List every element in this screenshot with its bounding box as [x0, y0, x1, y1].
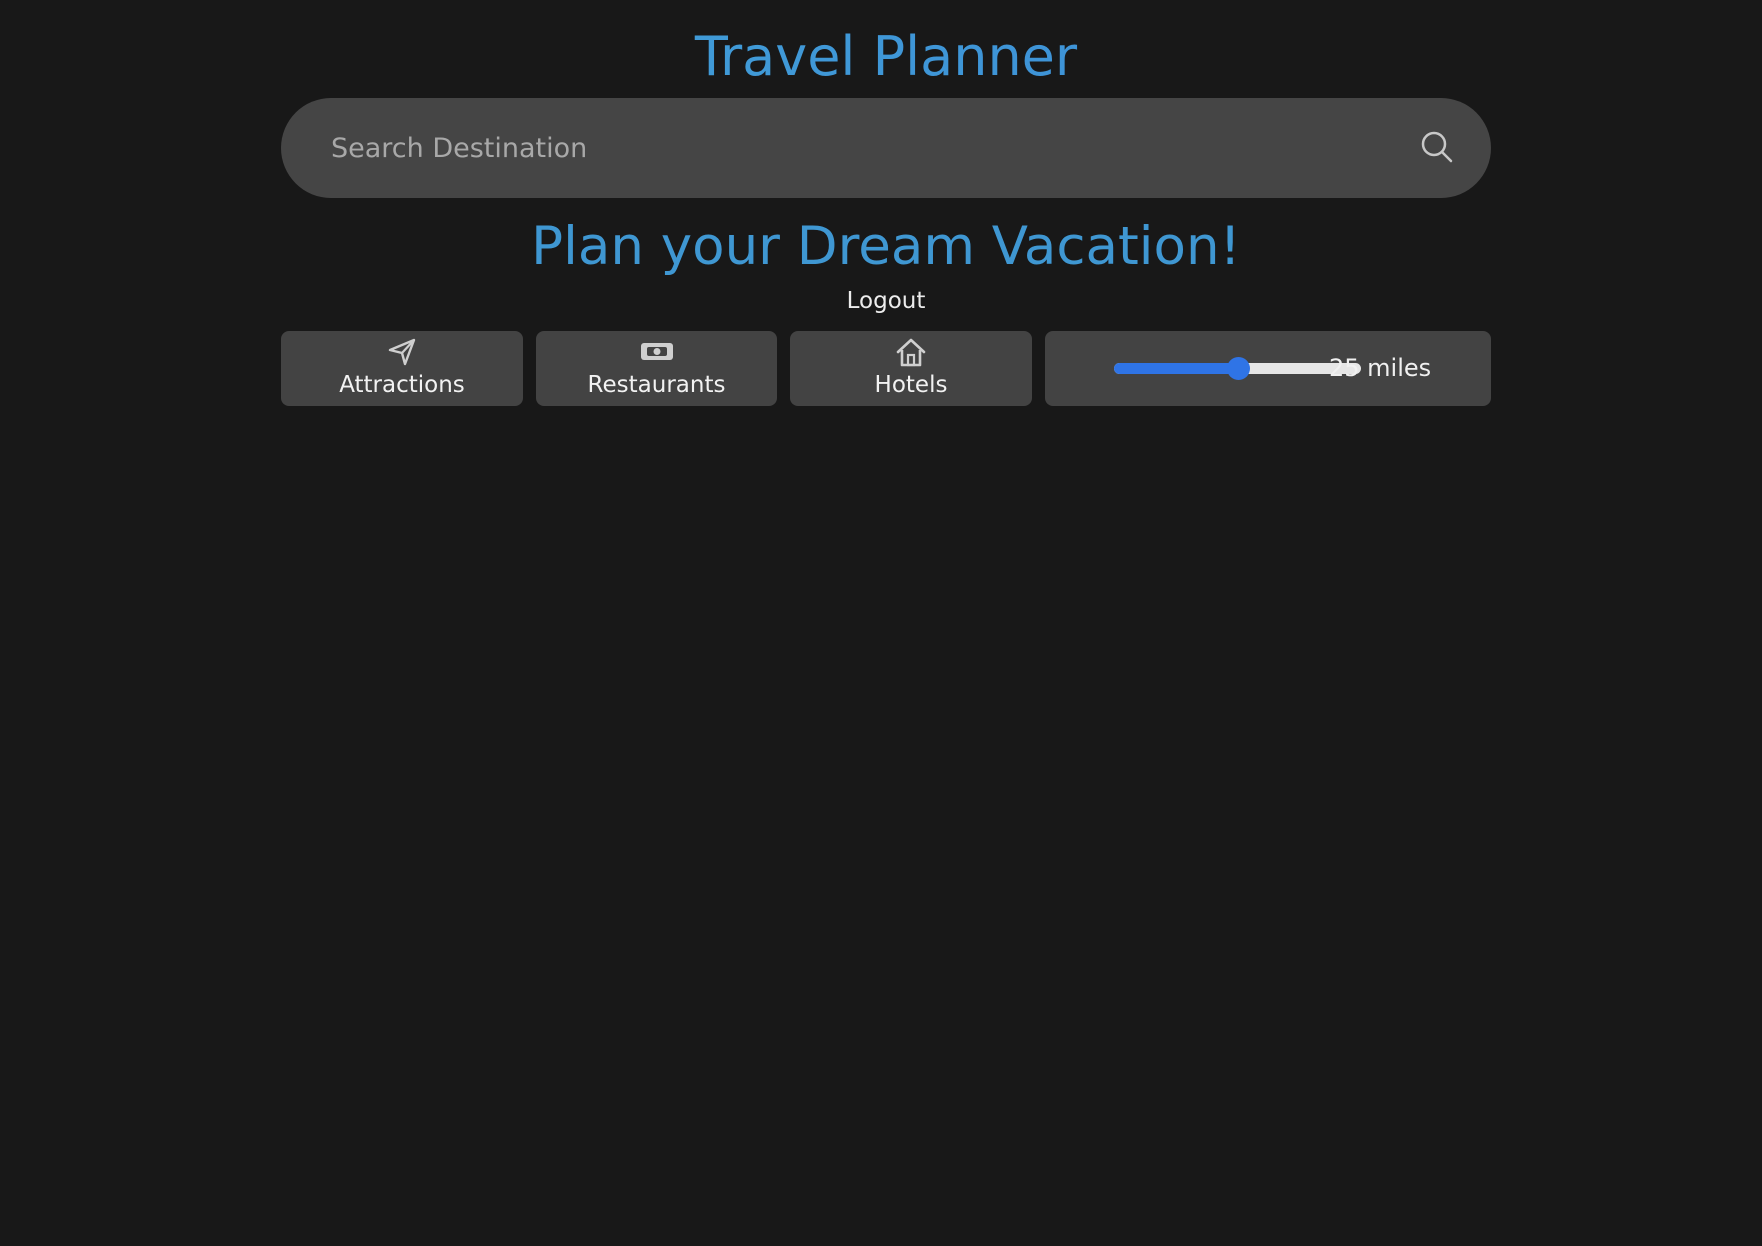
search-bar[interactable] — [281, 98, 1491, 198]
restaurants-label: Restaurants — [587, 372, 726, 398]
radius-value-label: 25 miles — [1329, 354, 1432, 382]
radius-slider-fill — [1114, 363, 1238, 374]
logout-link[interactable]: Logout — [0, 284, 1762, 318]
home-icon — [896, 338, 926, 367]
app-title: Travel Planner — [0, 22, 1762, 92]
cash-icon — [640, 343, 673, 360]
radius-slider-thumb[interactable] — [1226, 357, 1250, 380]
search-input[interactable] — [331, 98, 1331, 198]
radius-control: 25 miles — [1045, 331, 1491, 406]
page-subtitle: Plan your Dream Vacation! — [531, 216, 1241, 277]
radius-slider[interactable] — [1114, 357, 1361, 380]
travel-planner-app: Travel Planner Plan your Dream Vacation!… — [0, 0, 1762, 1246]
search-icon[interactable] — [1419, 129, 1455, 165]
send-arrow-icon — [388, 338, 416, 366]
attractions-button[interactable]: Attractions — [281, 331, 523, 406]
restaurants-button[interactable]: Restaurants — [536, 331, 777, 406]
hotels-button[interactable]: Hotels — [790, 331, 1032, 406]
hotels-label: Hotels — [874, 372, 948, 398]
attractions-label: Attractions — [339, 372, 465, 398]
